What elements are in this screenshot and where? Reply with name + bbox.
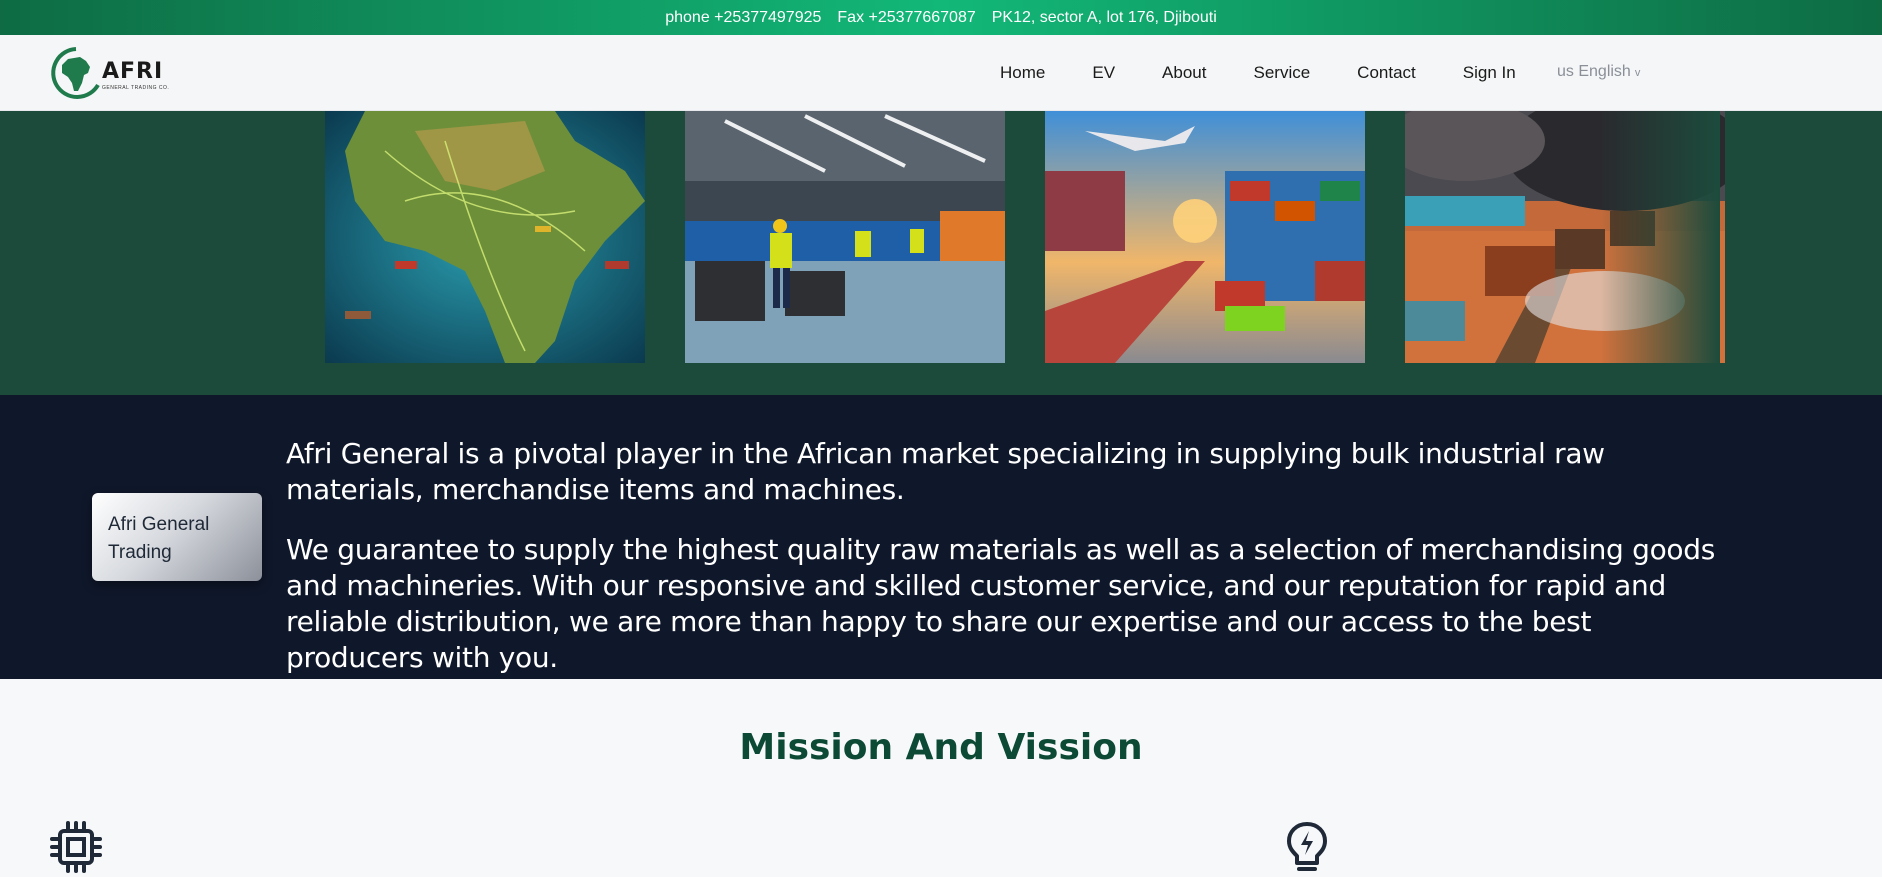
nav-item-sign-in[interactable]: Sign In — [1463, 63, 1516, 83]
hero-fade-right — [1600, 111, 1720, 395]
nav-item-about[interactable]: About — [1162, 63, 1206, 83]
nav-links: Home EV About Service Contact Sign In — [1000, 35, 1563, 111]
container-port-airplane-image — [1045, 111, 1365, 363]
hero-image-strip — [0, 111, 1882, 395]
logo-text: AFRI — [102, 59, 164, 84]
nav-item-ev[interactable]: EV — [1092, 63, 1115, 83]
nav-item-service[interactable]: Service — [1253, 63, 1310, 83]
about-paragraph-1: Afri General is a pivotal player in the … — [286, 437, 1605, 506]
africa-logo-icon — [51, 47, 100, 99]
nav-item-home[interactable]: Home — [1000, 63, 1045, 83]
section-title: Mission And Vission — [739, 727, 1143, 768]
africa-trade-map-image — [325, 111, 645, 363]
cpu-chip-icon — [50, 821, 102, 873]
language-label: us English — [1557, 63, 1631, 80]
chevron-down-icon: v — [1634, 67, 1641, 79]
contact-bar: phone +25377497925 Fax +25377667087 PK12… — [0, 0, 1882, 35]
address-text: PK12, sector A, lot 176, Djibouti — [991, 8, 1217, 26]
company-badge: Afri General Trading — [92, 493, 262, 581]
about-section: Afri General Trading Afri General is a p… — [0, 395, 1882, 679]
navbar: AFRI GENERAL TRADING CO. Home EV About S… — [0, 35, 1882, 111]
fax-text: Fax +25377667087 — [837, 8, 976, 26]
phone-text: phone +25377497925 — [665, 8, 822, 26]
warehouse-workers-image — [685, 111, 1005, 363]
about-text: Afri General is a pivotal player in the … — [286, 436, 1716, 700]
about-paragraph-2: We guarantee to supply the highest quali… — [286, 533, 1715, 674]
language-selector[interactable]: us English v — [1557, 63, 1640, 81]
hero-fade-left — [220, 111, 330, 395]
logo-subtitle: GENERAL TRADING CO. — [102, 85, 170, 91]
nav-item-contact[interactable]: Contact — [1357, 63, 1416, 83]
mission-section: Mission And Vission — [0, 679, 1882, 877]
lightbulb-bolt-icon — [1287, 822, 1327, 871]
logo[interactable]: AFRI GENERAL TRADING CO. — [48, 45, 173, 101]
